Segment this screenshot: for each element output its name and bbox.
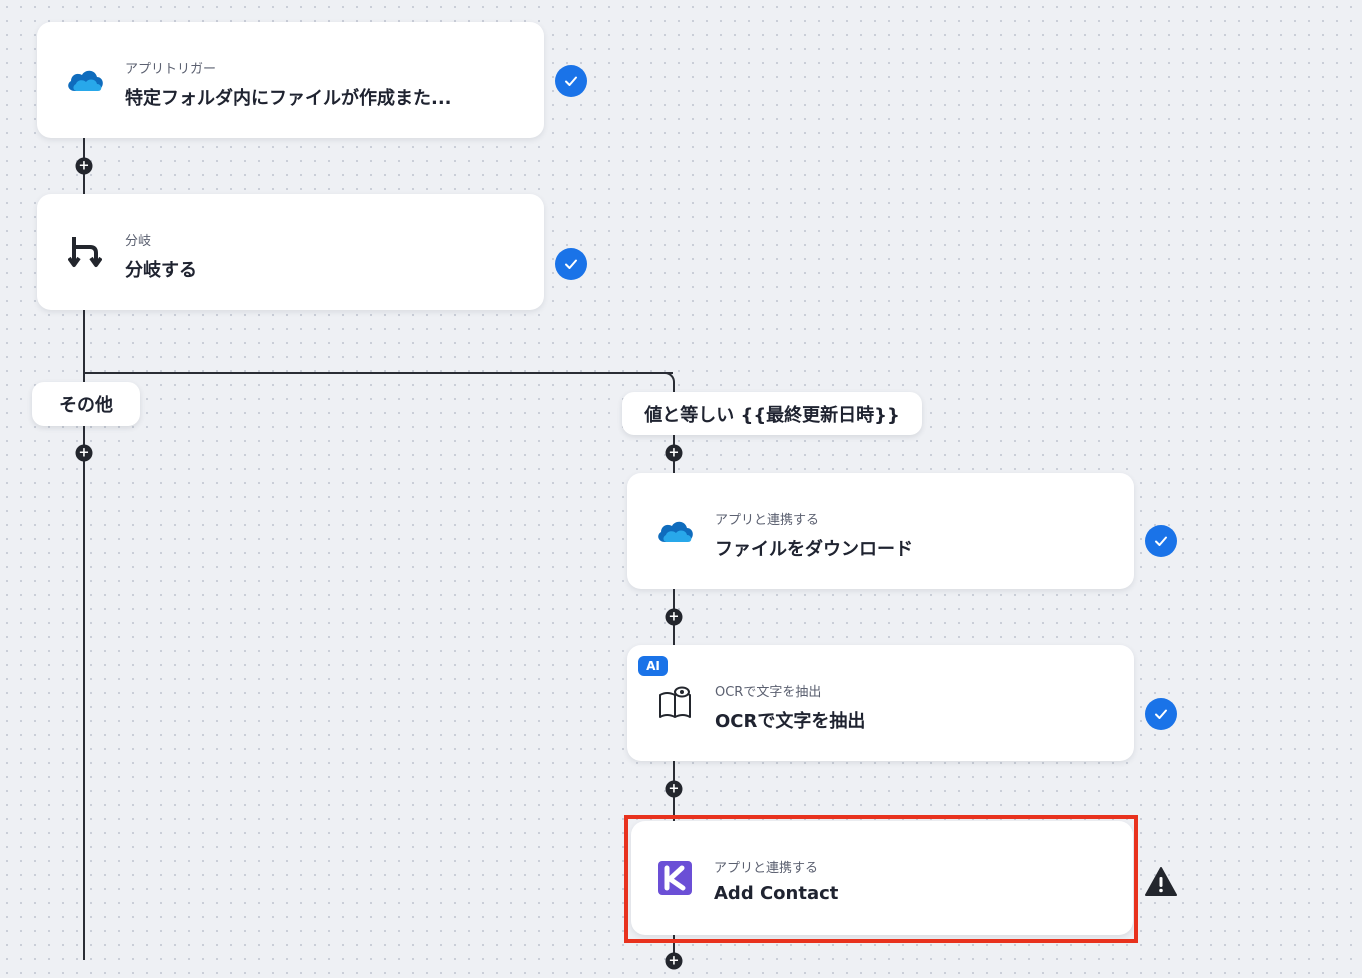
add-step-button-after-ocr[interactable]: +	[665, 780, 683, 798]
onedrive-cloud-icon	[65, 60, 105, 100]
ocr-step-title: OCRで文字を抽出	[715, 711, 866, 732]
ocr-step-card[interactable]: OCRで文字を抽出 OCRで文字を抽出	[627, 645, 1134, 761]
download-step-title: ファイルをダウンロード	[715, 539, 913, 560]
ai-badge: AI	[638, 656, 668, 676]
branch-icon	[65, 232, 105, 272]
warning-triangle-icon	[1144, 866, 1178, 898]
download-status-checkmark-icon	[1145, 525, 1177, 557]
branch-else-label[interactable]: その他	[32, 382, 140, 426]
trigger-status-checkmark-icon	[555, 65, 587, 97]
branch-step-card[interactable]: 分岐 分岐する	[37, 194, 544, 310]
add-step-button-else[interactable]: +	[75, 444, 93, 462]
branch-status-checkmark-icon	[555, 248, 587, 280]
connector-line-branch-horizontal	[83, 372, 673, 374]
add-contact-highlight-frame	[624, 815, 1138, 943]
download-step-subtitle: アプリと連携する	[715, 513, 820, 528]
trigger-step-card[interactable]: アプリトリガー 特定フォルダ内にファイルが作成また...	[37, 22, 544, 138]
add-step-button[interactable]: +	[75, 157, 93, 175]
ocr-status-checkmark-icon	[1145, 698, 1177, 730]
add-step-button-after-add-contact[interactable]: +	[665, 952, 683, 970]
ocr-book-eye-icon	[655, 683, 695, 723]
branch-step-title: 分岐する	[125, 260, 197, 281]
add-step-button-condition[interactable]: +	[665, 444, 683, 462]
branch-condition-label[interactable]: 値と等しい {{最終更新日時}}	[622, 392, 922, 435]
download-step-card[interactable]: アプリと連携する ファイルをダウンロード	[627, 473, 1134, 589]
trigger-step-subtitle: アプリトリガー	[125, 62, 217, 77]
add-step-button-after-download[interactable]: +	[665, 608, 683, 626]
trigger-step-title: 特定フォルダ内にファイルが作成また...	[125, 88, 452, 109]
ocr-step-subtitle: OCRで文字を抽出	[715, 685, 822, 700]
branch-step-subtitle: 分岐	[125, 234, 152, 249]
onedrive-cloud-icon	[655, 511, 695, 551]
